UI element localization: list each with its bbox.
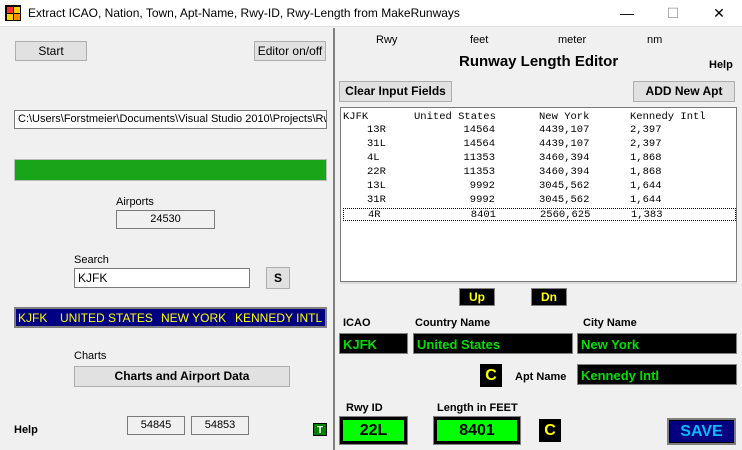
runway-row[interactable]: 13L 9992 3045,562 1,644 — [343, 180, 736, 193]
runway-feet-cell: 11353 — [463, 166, 495, 178]
result-airport-name: KENNEDY INTL — [235, 311, 323, 325]
runway-row[interactable]: 4L 11353 3460,394 1,868 — [343, 152, 736, 165]
t-button[interactable]: T — [313, 423, 327, 436]
runway-feet-cell: 8401 — [470, 209, 496, 221]
country-field[interactable]: United States — [413, 333, 573, 354]
search-result[interactable]: KJFK UNITED STATES NEW YORK KENNEDY INTL — [14, 307, 327, 328]
runway-row[interactable]: 31R 9992 3045,562 1,644 — [343, 194, 736, 207]
progress-fill — [15, 160, 326, 180]
runway-row[interactable]: 31L 14564 4439,107 2,397 — [343, 138, 736, 151]
runway-meter-cell: 4439,107 — [539, 138, 590, 150]
search-input[interactable]: KJFK — [74, 268, 250, 288]
list-header-icao: KJFK — [343, 111, 369, 123]
length-label: Length in FEET — [437, 402, 518, 414]
editor-title: Runway Length Editor — [459, 53, 619, 70]
icao-label: ICAO — [343, 317, 371, 329]
runway-meter-cell: 2560,625 — [540, 209, 591, 221]
runway-meter-cell: 3045,562 — [539, 194, 590, 206]
length-field[interactable]: 8401 — [437, 420, 517, 441]
path-field[interactable]: C:\Users\Forstmeier\Documents\Visual Stu… — [14, 110, 327, 129]
col-header-meter: meter — [558, 34, 587, 46]
app-logo-icon — [5, 5, 21, 21]
col-header-rwy: Rwy — [376, 34, 398, 46]
help-label-right[interactable]: Help — [709, 59, 733, 71]
runway-meter-cell: 4439,107 — [539, 124, 590, 136]
title-bar: Extract ICAO, Nation, Town, Apt-Name, Rw… — [0, 0, 742, 27]
clear-apt-name-button[interactable]: C — [480, 364, 502, 387]
clear-runway-button[interactable]: C — [539, 419, 561, 442]
runway-nm-cell: 1,644 — [630, 180, 662, 192]
runway-id-cell: 13R — [367, 124, 386, 136]
col-header-feet: feet — [470, 34, 489, 46]
runway-meter-cell: 3460,394 — [539, 166, 590, 178]
minimize-icon[interactable]: — — [604, 0, 650, 27]
country-label: Country Name — [415, 317, 491, 329]
add-new-apt-button[interactable]: ADD New Apt — [633, 81, 735, 102]
runway-nm-cell: 1,868 — [630, 166, 662, 178]
runway-nm-cell: 1,383 — [631, 209, 663, 221]
close-icon[interactable]: ✕ — [696, 0, 742, 27]
runway-id-cell: 13L — [367, 180, 386, 192]
runway-row[interactable]: 22R 11353 3460,394 1,868 — [343, 166, 736, 179]
start-button[interactable]: Start — [15, 41, 87, 61]
rwy-id-field[interactable]: 22L — [343, 420, 404, 441]
window-title: Extract ICAO, Nation, Town, Apt-Name, Rw… — [28, 6, 460, 20]
runway-feet-cell: 14564 — [463, 124, 495, 136]
down-button[interactable]: Dn — [531, 288, 567, 306]
city-label: City Name — [583, 317, 637, 329]
save-button[interactable]: SAVE — [670, 421, 733, 442]
editor-toggle-button[interactable]: Editor on/off — [254, 41, 326, 61]
icao-field[interactable]: KJFK — [339, 333, 408, 354]
charts-label: Charts — [74, 350, 107, 362]
runway-row[interactable]: 4R 8401 2560,625 1,383 — [343, 208, 736, 221]
rwy-id-frame: 22L — [339, 416, 408, 445]
runway-id-cell: 31L — [367, 138, 386, 150]
list-header-city: New York — [539, 111, 590, 123]
runway-nm-cell: 1,868 — [630, 152, 662, 164]
charts-button[interactable]: Charts and Airport Data — [74, 366, 290, 387]
runway-nm-cell: 2,397 — [630, 124, 662, 136]
rwy-id-label: Rwy ID — [346, 402, 383, 414]
runway-nm-cell: 2,397 — [630, 138, 662, 150]
runway-feet-cell: 9992 — [469, 180, 495, 192]
search-button[interactable]: S — [266, 267, 290, 289]
runway-feet-cell: 11353 — [463, 152, 495, 164]
result-country: UNITED STATES — [60, 311, 153, 325]
col-header-nm: nm — [647, 34, 663, 46]
runway-id-cell: 22R — [367, 166, 386, 178]
city-field[interactable]: New York — [577, 333, 737, 354]
apt-name-label: Apt Name — [515, 371, 567, 383]
airports-count: 24530 — [116, 210, 215, 229]
clear-input-button[interactable]: Clear Input Fields — [339, 81, 452, 102]
progress-bar — [14, 159, 327, 181]
help-label-left[interactable]: Help — [14, 424, 38, 436]
runway-feet-cell: 9992 — [469, 194, 495, 206]
up-button[interactable]: Up — [459, 288, 495, 306]
runway-feet-cell: 14564 — [463, 138, 495, 150]
app-window: Extract ICAO, Nation, Town, Apt-Name, Rw… — [0, 0, 742, 450]
apt-name-field[interactable]: Kennedy Intl — [577, 364, 737, 385]
count-field-1: 54845 — [127, 416, 185, 435]
length-frame: 8401 — [433, 416, 521, 445]
airports-label: Airports — [116, 196, 154, 208]
save-frame: SAVE — [667, 418, 736, 445]
runway-id-cell: 4L — [367, 152, 380, 164]
result-city: NEW YORK — [161, 311, 227, 325]
runway-row[interactable]: 13R 14564 4439,107 2,397 — [343, 124, 736, 137]
list-scrollbar[interactable] — [340, 282, 737, 284]
list-header-country: United States — [414, 111, 496, 123]
result-icao: KJFK — [18, 311, 48, 325]
runway-list[interactable]: KJFK United States New York Kennedy Intl… — [340, 107, 737, 282]
runway-meter-cell: 3460,394 — [539, 152, 590, 164]
list-header-row: KJFK United States New York Kennedy Intl — [343, 111, 736, 124]
list-header-apt: Kennedy Intl — [630, 111, 706, 123]
runway-meter-cell: 3045,562 — [539, 180, 590, 192]
maximize-icon[interactable]: ☐ — [650, 0, 696, 27]
runway-nm-cell: 1,644 — [630, 194, 662, 206]
runway-id-cell: 4R — [368, 209, 381, 221]
search-label: Search — [74, 254, 109, 266]
runway-id-cell: 31R — [367, 194, 386, 206]
count-field-2: 54853 — [191, 416, 249, 435]
